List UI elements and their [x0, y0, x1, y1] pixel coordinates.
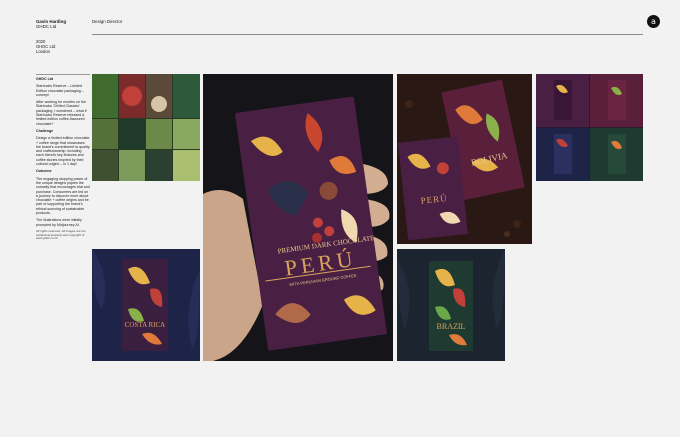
costa-rica-label: COSTA RICA	[125, 321, 165, 329]
outcome-text: The engaging stopping power of the uniqu…	[36, 176, 90, 216]
project-meta: 2020 GHDC Ltd London	[36, 39, 55, 54]
costa-rica-tile[interactable]: COSTA RICA	[92, 249, 200, 361]
bolivia-peru-tile[interactable]: BOLIVIA PERÚ	[397, 74, 532, 244]
pack-range-tile[interactable]	[536, 74, 643, 181]
author-block: Gavin Harding GHDC Ltd	[36, 19, 66, 29]
logo-icon[interactable]: a	[647, 15, 660, 28]
sidebar-divider	[36, 74, 90, 75]
challenge-heading: Challenge	[36, 128, 54, 133]
outcome-heading: Outcome	[36, 169, 52, 174]
brazil-label: BRAZIL	[437, 322, 466, 331]
project-city: London	[36, 49, 50, 54]
challenge-text: Design a limited edition chocolate + cof…	[36, 136, 90, 167]
moodboard-tile[interactable]	[92, 74, 200, 181]
role-title: Design Director	[92, 19, 123, 24]
brazil-image: BRAZIL	[397, 249, 505, 361]
header-divider	[92, 34, 643, 35]
rights-note: All rights reserved. All images are the …	[36, 228, 86, 241]
client-name: GHDC Ltd	[36, 77, 54, 81]
pack-range-image	[536, 74, 643, 181]
hero-image: PREMIUM DARK CHOCOLATE PERÚ WITH PERUVIA…	[203, 74, 393, 361]
project-title: Starbucks Reserve – Limited Edition choc…	[36, 84, 84, 97]
brazil-tile[interactable]: BRAZIL	[397, 249, 505, 361]
bolivia-peru-image: BOLIVIA PERÚ	[397, 74, 532, 244]
project-description: GHDC Ltd Starbucks Reserve – Limited Edi…	[36, 74, 90, 244]
moodboard-image	[92, 74, 200, 181]
costa-rica-image: COSTA RICA	[92, 249, 200, 361]
illustrations-note: The illustrations were initially prompte…	[36, 218, 82, 227]
hero-image-tile[interactable]: PREMIUM DARK CHOCOLATE PERÚ WITH PERUVIA…	[203, 74, 393, 361]
author-company: GHDC Ltd	[36, 24, 57, 30]
intro-text: After working for months on the Starbuck…	[36, 100, 87, 126]
